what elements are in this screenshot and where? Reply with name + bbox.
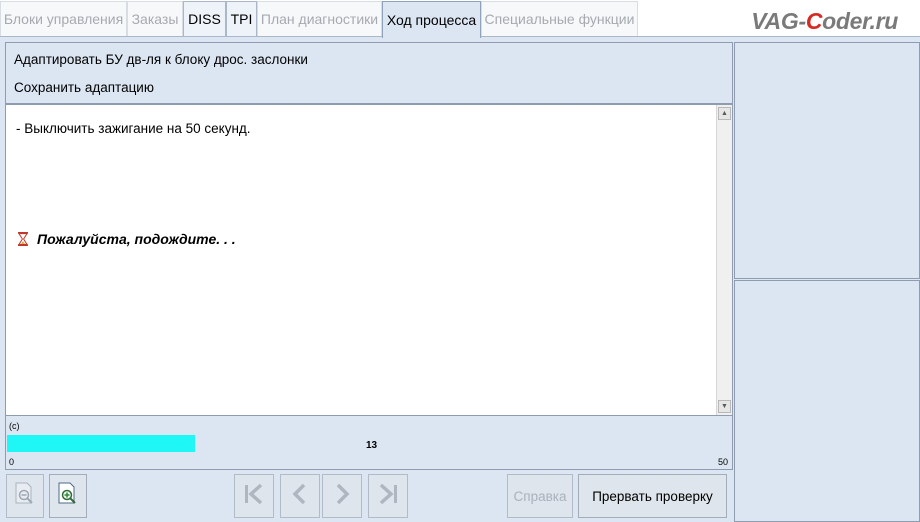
scroll-down-arrow-icon[interactable]: ▼ (718, 400, 731, 413)
tab-process[interactable]: Ход процесса (382, 1, 481, 38)
bottom-toolbar: Справка Прервать проверку (0, 470, 734, 522)
procedure-step: Сохранить адаптацию (14, 80, 154, 95)
watermark: VAG-Coder.ru (751, 8, 898, 35)
wait-message: Пожалуйста, подождите. . . (16, 231, 236, 247)
instruction-panel: - Выключить зажигание на 50 секунд. Пожа… (5, 104, 733, 416)
watermark-accent: C (805, 8, 823, 34)
right-info-panel-bottom (734, 280, 920, 522)
first-page-icon (241, 481, 267, 512)
next-icon (329, 481, 355, 512)
vertical-scrollbar[interactable]: ▲ ▼ (716, 105, 732, 415)
tab-control-units[interactable]: Блоки управления (0, 1, 127, 36)
zoom-in-icon (56, 481, 80, 512)
right-info-panel-top (734, 42, 920, 279)
help-button[interactable]: Справка (507, 474, 573, 518)
abort-test-button[interactable]: Прервать проверку (578, 474, 727, 518)
tab-tpi[interactable]: TPI (226, 1, 257, 36)
tab-orders[interactable]: Заказы (127, 1, 183, 36)
progress-value: 13 (366, 440, 378, 451)
last-page-icon (375, 481, 401, 512)
previous-button[interactable] (280, 474, 320, 518)
watermark-prefix: VAG- (751, 8, 806, 34)
scroll-up-arrow-icon[interactable]: ▲ (718, 107, 731, 120)
procedure-header: Адаптировать БУ дв-ля к блоку дрос. засл… (5, 42, 733, 104)
progress-min: 0 (9, 457, 15, 467)
progress-max: 50 (717, 457, 728, 467)
procedure-title: Адаптировать БУ дв-ля к блоку дрос. засл… (14, 52, 308, 67)
last-page-button[interactable] (368, 474, 408, 518)
first-page-button[interactable] (234, 474, 274, 518)
tab-bar: Блоки управления Заказы DISS TPI План ди… (0, 0, 920, 38)
tab-special-functions[interactable]: Специальные функции (481, 1, 638, 36)
next-button[interactable] (322, 474, 362, 518)
zoom-in-button[interactable] (49, 474, 87, 518)
previous-icon (287, 481, 313, 512)
tab-diagnostic-plan[interactable]: План диагностики (257, 1, 382, 36)
progress-fill (7, 435, 195, 452)
watermark-suffix: oder.ru (822, 8, 898, 34)
zoom-out-button[interactable] (6, 474, 44, 518)
instruction-text: - Выключить зажигание на 50 секунд. (16, 121, 251, 136)
tab-diss[interactable]: DISS (183, 1, 226, 36)
progress-area: (c) 13 0 50 (5, 416, 733, 470)
zoom-out-icon (13, 481, 37, 512)
hourglass-icon (16, 231, 30, 247)
progress-label: (c) (9, 421, 20, 431)
wait-text: Пожалуйста, подождите. . . (37, 231, 236, 247)
